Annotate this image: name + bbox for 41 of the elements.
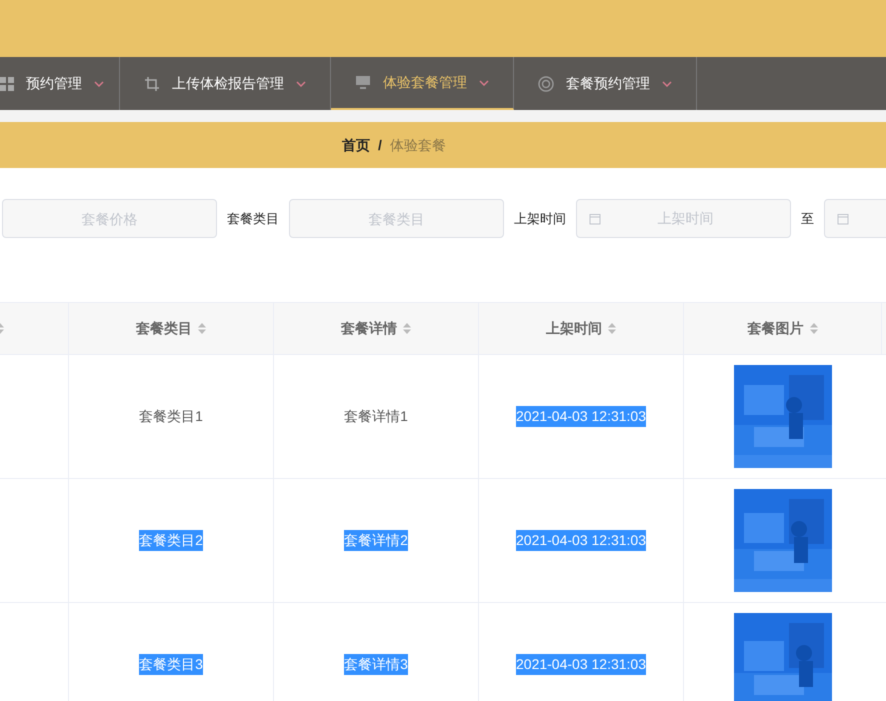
column-title: 套餐图片 xyxy=(748,319,804,338)
sort-icon[interactable] xyxy=(403,323,411,334)
table-cell: 套餐类目3 xyxy=(139,654,203,675)
nav-label: 体验套餐管理 xyxy=(383,73,467,92)
nav-label: 套餐预约管理 xyxy=(566,74,650,93)
table-cell: 2021-04-03 12:31:03 xyxy=(516,530,646,551)
caret-icon xyxy=(479,80,489,86)
breadcrumb-home[interactable]: 首页 xyxy=(342,134,370,156)
sort-icon[interactable] xyxy=(198,323,206,334)
table-cell: 套餐详情3 xyxy=(344,654,408,675)
table-cell: 套餐详情2 xyxy=(344,530,408,551)
grid-icon xyxy=(0,76,14,90)
filter-label: 至 xyxy=(801,210,814,228)
table-cell-text: 套餐类目1 xyxy=(139,407,203,426)
table-header-cell[interactable]: 上架时间 xyxy=(479,303,684,354)
monitor-icon xyxy=(355,75,371,90)
breadcrumb-current: 体验套餐 xyxy=(390,136,446,154)
table-cell: 2021-04-03 12:31:03 xyxy=(516,406,646,427)
sort-icon[interactable] xyxy=(810,323,818,334)
caret-icon xyxy=(94,80,104,86)
table-cell: 套餐类目2 xyxy=(139,530,203,551)
table-cell-text: 套餐详情1 xyxy=(344,407,408,426)
caret-icon xyxy=(296,80,306,86)
caret-icon xyxy=(662,80,672,86)
calendar-icon xyxy=(837,212,849,224)
table-cell: 2021-04-03 12:31:03 xyxy=(516,654,646,675)
calendar-icon xyxy=(589,212,601,224)
table-header-cell[interactable]: 套餐类目 xyxy=(69,303,274,354)
crop-icon xyxy=(144,76,160,92)
nav-label: 上传体检报告管理 xyxy=(172,74,284,93)
column-title: 套餐类目 xyxy=(136,319,192,338)
filter-label: 上架时间 xyxy=(514,210,566,228)
column-title: 上架时间 xyxy=(546,319,602,338)
sort-icon[interactable] xyxy=(608,323,616,334)
ring-icon xyxy=(538,76,554,92)
filter-label: 套餐类目 xyxy=(227,210,279,228)
nav-label: 预约管理 xyxy=(26,74,82,93)
table-header-cell[interactable]: 套餐图片 xyxy=(684,303,882,354)
breadcrumb-separator: / xyxy=(378,136,382,154)
table-header-cell[interactable]: 套餐详情 xyxy=(274,303,479,354)
column-title: 套餐详情 xyxy=(341,319,397,338)
